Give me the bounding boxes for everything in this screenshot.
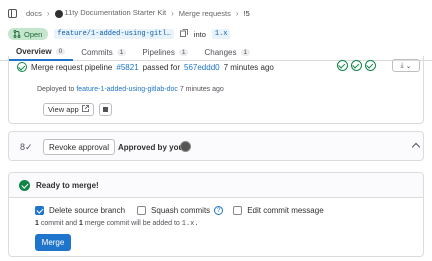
breadcrumb: docs › 11ty Documentation Starter Kit › … [8,7,250,19]
breadcrumb-item-mr[interactable]: !5 [244,9,250,18]
sidebar-toggle-icon[interactable] [8,8,17,18]
stage-success-icon[interactable] [365,60,376,71]
pipeline-link[interactable]: #5821 [116,63,138,72]
success-check-icon [19,180,30,191]
environment-link[interactable]: feature-1-added-using-gitlab-doc [76,86,178,93]
approved-by-text: Approved by you [118,143,184,152]
stop-environment-button[interactable] [99,103,112,116]
stage-success-icon[interactable] [351,60,362,71]
mr-header: Open feature/1-added-using-gitl… into 1.… [8,27,231,41]
avatar[interactable] [180,141,191,152]
merge-widget: Ready to merge! Delete source branch Squ… [8,172,424,257]
into-label: into [193,29,206,39]
ready-to-merge-text: Ready to merge! [36,181,99,190]
edit-commit-message-checkbox[interactable] [233,206,243,215]
pipeline-status-row: Merge request pipeline #5821 passed for … [17,62,274,72]
chevron-right-icon: › [171,8,174,18]
merge-widget-header: Ready to merge! [9,173,423,198]
source-branch[interactable]: feature/1-added-using-gitl… [54,29,174,39]
merge-options: Delete source branch Squash commits ? Ed… [35,206,336,215]
download-icon: ⤓ [400,61,404,69]
stop-icon [103,107,108,112]
revoke-approval-button[interactable]: Revoke approval [43,139,116,155]
status-success-icon [17,62,27,72]
edit-commit-message-option[interactable]: Edit commit message [233,206,324,215]
chevron-down-icon: ⌄ [405,62,412,70]
commit-link[interactable]: 567eddd0 [184,63,220,72]
merge-request-icon [13,30,21,38]
chevron-right-icon: › [235,8,239,18]
approval-widget: 8✓ Revoke approval Approved by you [8,131,424,161]
help-icon[interactable]: ? [214,206,224,215]
pipeline-status-text: passed for [142,62,180,72]
breadcrumb-item-project[interactable]: 11ty Documentation Starter Kit [54,8,166,18]
status-badge: Open [8,28,49,40]
chevron-up-icon[interactable] [412,141,420,149]
target-branch[interactable]: 1.x [211,29,231,39]
pipeline-label: Merge request pipeline [31,62,113,72]
merge-button[interactable]: Merge [35,234,71,251]
delete-source-branch-option[interactable]: Delete source branch [35,206,125,215]
squash-commits-checkbox[interactable] [137,206,147,215]
copy-icon[interactable] [179,29,188,39]
stage-success-icon[interactable] [337,60,348,71]
artifacts-dropdown[interactable]: ⤓ ⌄ [392,59,420,72]
external-link-icon [81,105,89,114]
commit-summary: 1 commit and 1 merge commit will be adde… [35,220,199,228]
chevron-right-icon: › [46,8,50,18]
delete-source-branch-checkbox[interactable] [35,206,44,215]
pipeline-stages [337,60,376,71]
project-avatar-icon [54,9,63,18]
deployment-row: Deployed to feature-1-added-using-gitlab… [37,86,224,93]
pipeline-time: 7 minutes ago [223,62,274,72]
breadcrumb-item-merge-requests[interactable]: Merge requests [179,9,231,18]
breadcrumb-item-group[interactable]: docs [26,9,42,18]
pipeline-widget: Merge request pipeline #5821 passed for … [8,56,424,124]
approval-icon: 8✓ [20,142,33,152]
view-app-button[interactable]: View app [43,103,94,116]
squash-commits-option[interactable]: Squash commits [137,206,210,215]
